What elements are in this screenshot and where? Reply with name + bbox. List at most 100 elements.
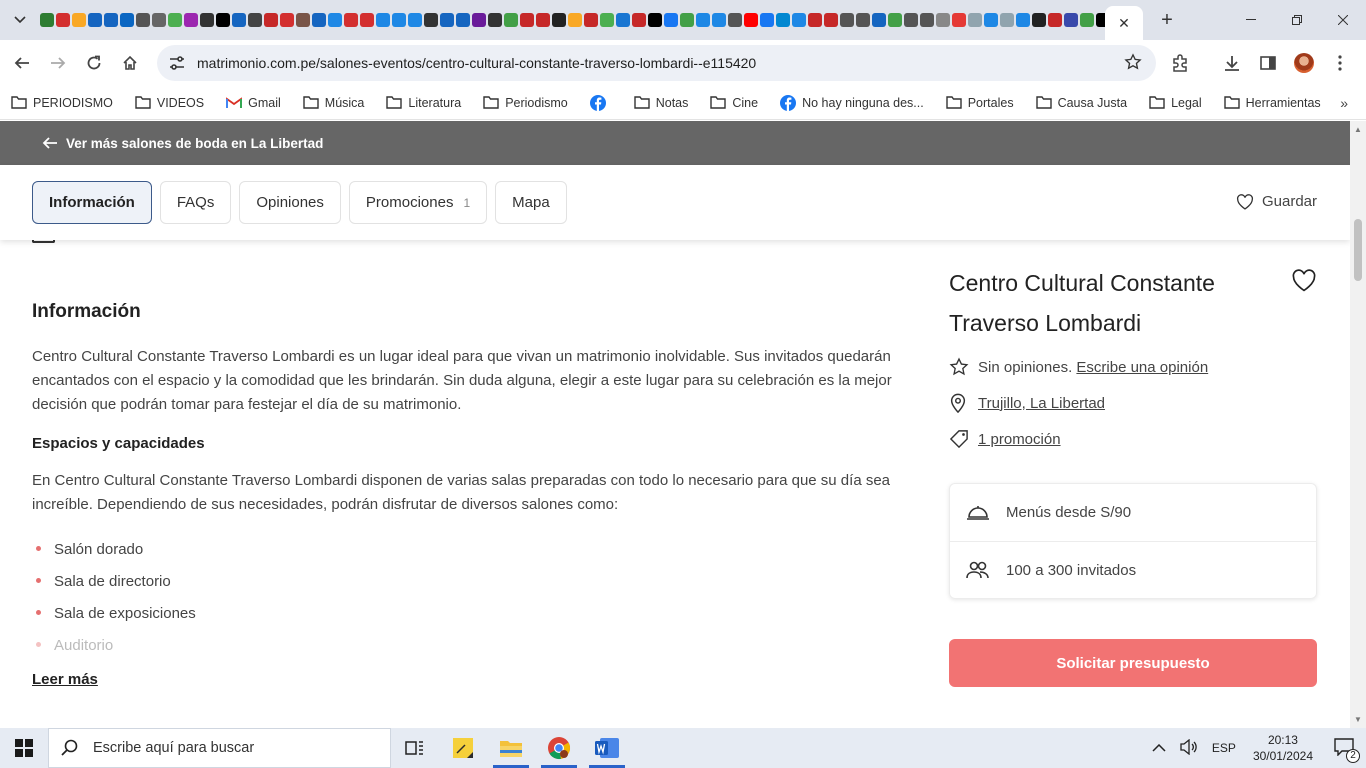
pinned-tab-favicon[interactable]	[264, 13, 278, 27]
pinned-tab-favicon[interactable]	[200, 13, 214, 27]
pinned-tab-favicon[interactable]	[120, 13, 134, 27]
pinned-tab-favicon[interactable]	[712, 13, 726, 27]
close-window-icon[interactable]	[1320, 0, 1366, 40]
pinned-tab-favicon[interactable]	[584, 13, 598, 27]
bookmark-item[interactable]: Literatura	[386, 96, 461, 110]
language-indicator[interactable]: ESP	[1212, 741, 1236, 755]
pinned-tab-favicon[interactable]	[920, 13, 934, 27]
bookmark-item[interactable]: Cine	[710, 96, 758, 110]
pinned-tab-favicon[interactable]	[456, 13, 470, 27]
pinned-tab-favicon[interactable]	[744, 13, 758, 27]
pinned-tab-favicon[interactable]	[408, 13, 422, 27]
forward-icon[interactable]	[40, 45, 76, 81]
tab-faqs[interactable]: FAQs	[159, 181, 232, 224]
pinned-tab-favicon[interactable]	[136, 13, 150, 27]
volume-icon[interactable]	[1180, 738, 1198, 758]
favorite-heart-icon[interactable]	[1291, 269, 1317, 297]
tab-opiniones[interactable]: Opiniones	[239, 181, 341, 224]
pinned-tab-favicon[interactable]	[344, 13, 358, 27]
pinned-tab-favicon[interactable]	[536, 13, 550, 27]
bookmark-item[interactable]: Periodismo	[483, 96, 568, 110]
sticky-notes-icon[interactable]	[439, 728, 487, 768]
site-settings-icon[interactable]	[161, 56, 193, 70]
notifications-icon[interactable]: 2	[1334, 737, 1360, 763]
pinned-tab-favicon[interactable]	[72, 13, 86, 27]
taskbar-search-input[interactable]: Escribe aquí para buscar	[48, 728, 391, 768]
chevron-up-icon[interactable]	[1152, 741, 1166, 755]
pinned-tab-favicon[interactable]	[376, 13, 390, 27]
download-icon[interactable]	[1214, 45, 1250, 81]
home-icon[interactable]	[112, 45, 148, 81]
bookmark-item[interactable]: Gmail	[226, 96, 281, 110]
pinned-tab-favicon[interactable]	[472, 13, 486, 27]
new-tab-button[interactable]: +	[1147, 0, 1187, 40]
back-to-list-link[interactable]: Ver más salones de boda en La Libertad	[0, 121, 1350, 165]
file-explorer-icon[interactable]	[487, 728, 535, 768]
pinned-tab-favicon[interactable]	[280, 13, 294, 27]
pinned-tab-favicon[interactable]	[568, 13, 582, 27]
pinned-tab-favicon[interactable]	[648, 13, 662, 27]
pinned-tab-favicon[interactable]	[840, 13, 854, 27]
bookmark-item[interactable]: VIDEOS	[135, 96, 204, 110]
pinned-tab-favicon[interactable]	[616, 13, 630, 27]
bookmark-item[interactable]: Herramientas	[1223, 96, 1321, 110]
location-link[interactable]: Trujillo, La Libertad	[978, 395, 1105, 412]
chrome-icon[interactable]	[535, 728, 583, 768]
close-tab-icon[interactable]: ✕	[1118, 15, 1130, 32]
pinned-tab-favicon[interactable]	[792, 13, 806, 27]
tab-promociones[interactable]: Promociones 1	[348, 181, 488, 224]
minimize-icon[interactable]	[1228, 0, 1274, 40]
pinned-tab-favicon[interactable]	[168, 13, 182, 27]
pinned-tab-favicon[interactable]	[968, 13, 982, 27]
bookmark-item[interactable]: Causa Justa	[1035, 96, 1127, 110]
pinned-tab-favicon[interactable]	[184, 13, 198, 27]
scroll-up-icon[interactable]: ▲	[1354, 125, 1362, 134]
menu-kebab-icon[interactable]	[1322, 45, 1358, 81]
bookmark-item[interactable]: Legal	[1149, 96, 1202, 110]
write-review-link[interactable]: Escribe una opinión	[1076, 359, 1208, 376]
pinned-tab-favicon[interactable]	[696, 13, 710, 27]
pinned-tab-favicon[interactable]	[520, 13, 534, 27]
pinned-tab-favicon[interactable]	[56, 13, 70, 27]
pinned-tab-favicon[interactable]	[552, 13, 566, 27]
task-view-icon[interactable]	[391, 728, 439, 768]
active-tab[interactable]: ✕	[1105, 6, 1143, 40]
pinned-tab-favicon[interactable]	[440, 13, 454, 27]
pinned-tab-favicon[interactable]	[232, 13, 246, 27]
extensions-icon[interactable]	[1162, 45, 1198, 81]
pinned-tab-favicon[interactable]	[808, 13, 822, 27]
tab-informacion[interactable]: Información	[32, 181, 152, 224]
bookmarks-overflow-icon[interactable]: »	[1340, 95, 1348, 111]
pinned-tab-favicon[interactable]	[664, 13, 678, 27]
clock[interactable]: 20:13 30/01/2024	[1253, 732, 1313, 764]
pinned-tab-favicon[interactable]	[104, 13, 118, 27]
pinned-tab-favicon[interactable]	[760, 13, 774, 27]
pinned-tab-favicon[interactable]	[1064, 13, 1078, 27]
pinned-tab-favicon[interactable]	[312, 13, 326, 27]
bookmark-item[interactable]: Notas	[634, 96, 688, 110]
pinned-tab-favicon[interactable]	[488, 13, 502, 27]
profile-avatar[interactable]	[1286, 45, 1322, 81]
tab-mapa[interactable]: Mapa	[495, 181, 567, 224]
pinned-tab-favicon[interactable]	[392, 13, 406, 27]
page-scrollbar[interactable]: ▲ ▼	[1350, 121, 1366, 728]
pinned-tab-favicon[interactable]	[984, 13, 998, 27]
pinned-tab-favicon[interactable]	[936, 13, 950, 27]
windows-start-icon[interactable]	[0, 728, 48, 768]
word-icon[interactable]	[583, 728, 631, 768]
pinned-tab-favicon[interactable]	[952, 13, 966, 27]
bookmark-star-icon[interactable]	[1124, 53, 1142, 76]
address-bar[interactable]: matrimonio.com.pe/salones-eventos/centro…	[157, 45, 1156, 81]
pinned-tab-favicon[interactable]	[1048, 13, 1062, 27]
pinned-tab-favicon[interactable]	[680, 13, 694, 27]
back-icon[interactable]	[4, 45, 40, 81]
pinned-tab-favicon[interactable]	[216, 13, 230, 27]
bookmark-item[interactable]: No hay ninguna des...	[780, 94, 924, 111]
pinned-tab-favicon[interactable]	[1032, 13, 1046, 27]
pinned-tab-favicon[interactable]	[872, 13, 886, 27]
pinned-tab-favicon[interactable]	[1096, 13, 1105, 27]
pinned-tab-favicon[interactable]	[776, 13, 790, 27]
pinned-tab-favicon[interactable]	[152, 13, 166, 27]
promotion-link[interactable]: 1 promoción	[978, 431, 1061, 448]
pinned-tab-favicon[interactable]	[904, 13, 918, 27]
